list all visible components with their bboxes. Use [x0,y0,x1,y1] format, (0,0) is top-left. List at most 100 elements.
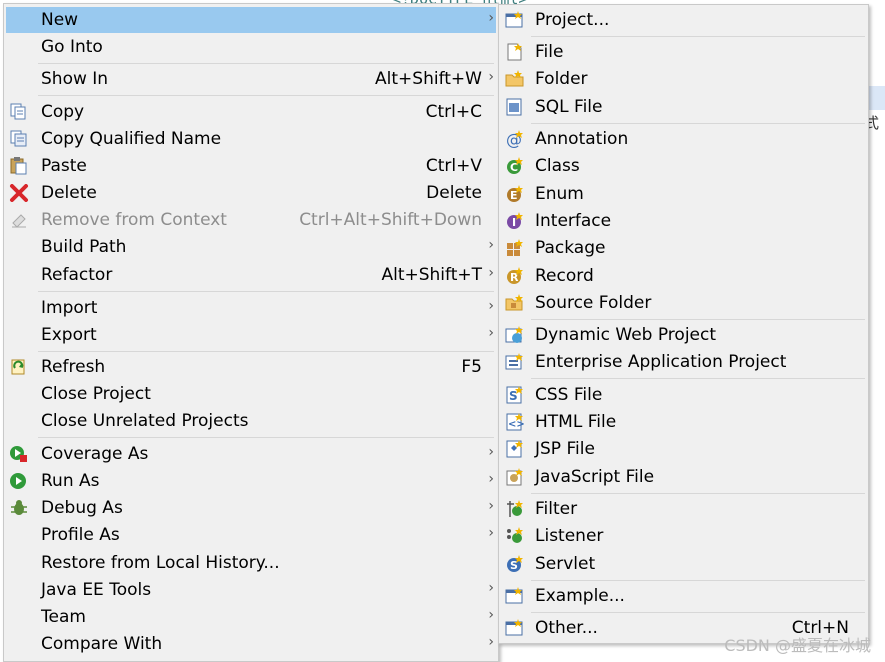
menu-item-remove-from-context[interactable]: Remove from Context Ctrl+Alt+Shift+Down [6,207,496,233]
menu-item-restore-from-local-history[interactable]: Restore from Local History... [6,550,496,576]
submenu-item-label: Project... [535,10,610,30]
menu-item-accelerator: Ctrl+V [425,156,482,176]
menu-item-show-in[interactable]: Show In Alt+Shift+W › [6,66,496,92]
menu-item-delete[interactable]: Delete Delete [6,180,496,206]
submenu-item-class[interactable]: C Class [501,153,867,179]
remove-context-icon [9,211,29,229]
submenu-item-file[interactable]: File [501,39,867,65]
menu-item-compare-with[interactable]: Compare With › [6,631,496,657]
sql-file-icon [505,98,525,116]
css-file-icon: S [505,386,525,404]
menu-item-refactor[interactable]: Refactor Alt+Shift+T › [6,262,496,288]
refresh-icon [9,358,29,376]
submenu-item-jsp-file[interactable]: JSP File [501,436,867,462]
menu-separator [531,319,865,320]
file-icon [505,43,525,61]
menu-item-label: Profile As [41,525,120,545]
submenu-item-label: Example... [535,586,625,606]
menu-item-paste[interactable]: Paste Ctrl+V [6,153,496,179]
source-folder-icon [505,294,525,312]
submenu-item-annotation[interactable]: @ Annotation [501,126,867,152]
submenu-item-label: Listener [535,526,604,546]
submenu-item-interface[interactable]: I Interface [501,208,867,234]
submenu-item-record[interactable]: R Record [501,263,867,289]
menu-item-debug-as[interactable]: Debug As › [6,495,496,521]
submenu-item-folder[interactable]: Folder [501,66,867,92]
editor-selection [868,86,885,110]
menu-separator [531,123,865,124]
menu-item-label: Run As [41,471,100,491]
copy-icon [9,103,29,121]
submenu-arrow-icon: › [488,237,494,253]
submenu-arrow-icon: › [488,471,494,487]
menu-item-profile-as[interactable]: Profile As › [6,522,496,548]
submenu-item-servlet[interactable]: S Servlet [501,551,867,577]
submenu-item-label: Enterprise Application Project [535,352,787,372]
menu-item-build-path[interactable]: Build Path › [6,234,496,260]
submenu-item-label: File [535,42,564,62]
submenu-item-source-folder[interactable]: Source Folder [501,290,867,316]
html-file-icon: <> [505,413,525,431]
submenu-item-css-file[interactable]: S CSS File [501,382,867,408]
submenu-item-enterprise-application-project[interactable]: Enterprise Application Project [501,349,867,375]
submenu-item-listener[interactable]: Listener [501,523,867,549]
jsp-file-icon [505,440,525,458]
menu-item-go-into[interactable]: Go Into [6,34,496,60]
menu-separator [38,63,494,64]
submenu-item-sql-file[interactable]: SQL File [501,94,867,120]
submenu-item-example[interactable]: Example... [501,583,867,609]
menu-item-label: New [41,10,79,30]
submenu-item-label: Class [535,156,580,176]
menu-item-java-ee-tools[interactable]: Java EE Tools › [6,577,496,603]
menu-item-label: Close Project [41,384,151,404]
menu-item-refresh[interactable]: Refresh F5 [6,354,496,380]
menu-item-accelerator: F5 [461,357,482,377]
submenu-item-label: Other... [535,618,598,638]
submenu-arrow-icon: › [488,10,494,26]
submenu-item-project[interactable]: Project... [501,7,867,33]
submenu-item-label: Annotation [535,129,629,149]
submenu-item-label: Source Folder [535,293,652,313]
submenu-item-label: SQL File [535,97,603,117]
submenu-item-label: Filter [535,499,578,519]
menu-item-import[interactable]: Import › [6,295,496,321]
submenu-item-label: Servlet [535,554,596,574]
javascript-file-icon [505,468,525,486]
other-icon [505,619,525,637]
copy-qualified-icon [9,130,29,148]
listener-icon [505,527,525,545]
menu-item-export[interactable]: Export › [6,322,496,348]
menu-item-copy-qualified-name[interactable]: Copy Qualified Name [6,126,496,152]
submenu-item-label: HTML File [535,412,617,432]
menu-item-label: Refresh [41,357,106,377]
menu-item-close-project[interactable]: Close Project [6,381,496,407]
submenu-item-label: Package [535,238,606,258]
submenu-item-javascript-file[interactable]: JavaScript File [501,464,867,490]
menu-item-copy[interactable]: Copy Ctrl+C [6,99,496,125]
menu-item-run-as[interactable]: Run As › [6,468,496,494]
menu-item-new[interactable]: New › [6,7,496,33]
menu-item-coverage-as[interactable]: Coverage As › [6,441,496,467]
menu-item-close-unrelated-projects[interactable]: Close Unrelated Projects [6,408,496,434]
interface-icon: I [505,212,525,230]
submenu-item-label: CSS File [535,385,603,405]
menu-item-label: Delete [41,183,97,203]
menu-separator [531,612,865,613]
enum-icon: E [505,185,525,203]
watermark: CSDN @盛夏在冰城 [724,636,871,655]
menu-separator [38,351,494,352]
submenu-item-dynamic-web-project[interactable]: Dynamic Web Project [501,322,867,348]
submenu-item-label: Folder [535,69,588,89]
submenu-arrow-icon: › [488,498,494,514]
submenu-item-filter[interactable]: Filter [501,496,867,522]
menu-item-team[interactable]: Team › [6,604,496,630]
menu-item-label: Build Path [41,237,127,257]
submenu-item-html-file[interactable]: <> HTML File [501,409,867,435]
submenu-arrow-icon: › [488,525,494,541]
menu-separator [38,95,494,96]
svg-text:E: E [510,189,518,202]
submenu-item-enum[interactable]: E Enum [501,181,867,207]
menu-item-accelerator: Delete [426,183,482,203]
submenu-item-package[interactable]: Package [501,235,867,261]
menu-separator [38,437,494,438]
